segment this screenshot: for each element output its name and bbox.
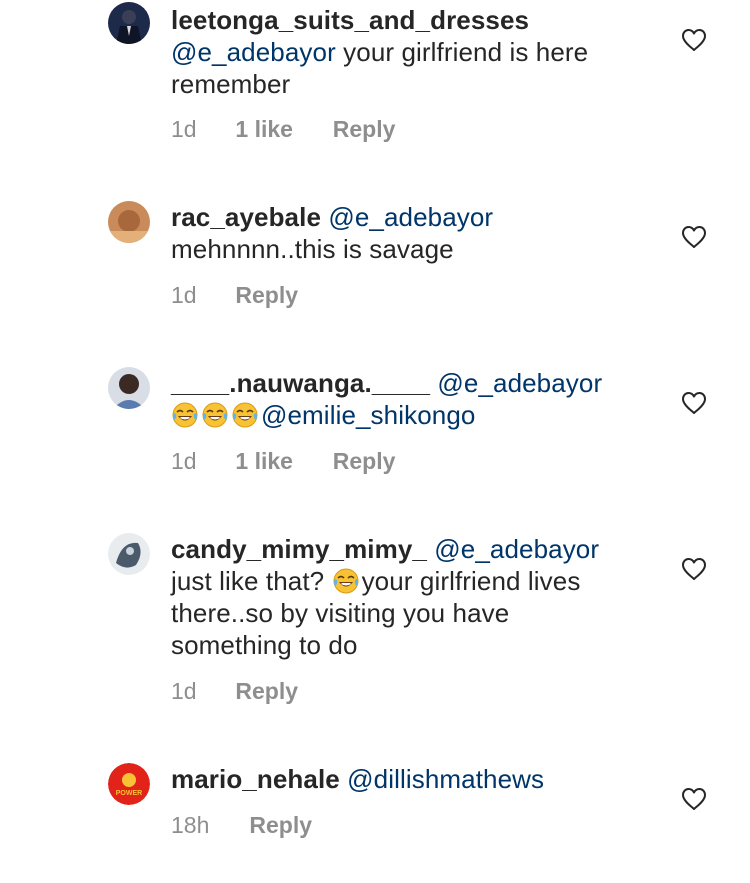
comment-time: 1d (171, 448, 197, 474)
face-with-tears-of-joy-emoji (201, 401, 229, 429)
comment-text: rac_ayebale @e_adebayor mehnnnn..this is… (171, 201, 661, 265)
reply-button[interactable]: Reply (235, 678, 298, 705)
comment-text-line: something to do (171, 630, 358, 660)
comment-likes[interactable]: 1 like (235, 116, 326, 143)
comment-time: 18h (171, 812, 210, 838)
comment-meta: 1d 1 like Reply (171, 448, 395, 475)
comment-mention[interactable]: @emilie_shikongo (261, 400, 475, 430)
avatar[interactable] (108, 367, 150, 409)
comment-likes[interactable]: 1 like (235, 448, 326, 475)
comment-text: ____.nauwanga.____ @e_adebayor @emilie_s… (171, 367, 661, 431)
comment-text: leetonga_suits_and_dresses @e_adebayor y… (171, 4, 661, 100)
comment-time: 1d (171, 116, 197, 142)
comment-text-line: your girlfriend lives (361, 566, 581, 596)
reply-button[interactable]: Reply (235, 282, 298, 309)
comment-mention[interactable]: @e_adebayor (437, 368, 602, 398)
heart-outline-icon[interactable] (681, 28, 707, 52)
avatar[interactable]: POWER (108, 763, 150, 805)
comment-username[interactable]: candy_mimy_mimy_ (171, 534, 427, 564)
comment-time: 1d (171, 282, 197, 308)
heart-outline-icon[interactable] (681, 787, 707, 811)
comment-mention[interactable]: @e_adebayor (434, 534, 599, 564)
comment-mention[interactable]: @e_adebayor (171, 37, 336, 67)
comment-mention[interactable]: @e_adebayor (328, 202, 493, 232)
comment-username[interactable]: leetonga_suits_and_dresses (171, 5, 529, 35)
comment-text: mario_nehale @dillishmathews (171, 763, 661, 795)
comment-username[interactable]: ____.nauwanga.____ (171, 368, 430, 398)
comment-time: 1d (171, 678, 197, 704)
comment-text-line: there..so by visiting you have (171, 598, 510, 628)
comment-text-line: your girlfriend is here (335, 37, 589, 67)
comment-text-line: remember (171, 69, 291, 99)
reply-button[interactable]: Reply (333, 116, 396, 143)
comment-username[interactable]: rac_ayebale (171, 202, 321, 232)
comment-text: candy_mimy_mimy_ @e_adebayor just like t… (171, 533, 661, 661)
heart-outline-icon[interactable] (681, 225, 707, 249)
avatar[interactable] (108, 533, 150, 575)
heart-outline-icon[interactable] (681, 391, 707, 415)
face-with-tears-of-joy-emoji (332, 567, 360, 595)
comment-mention[interactable]: @dillishmathews (347, 764, 544, 794)
reply-button[interactable]: Reply (249, 812, 312, 839)
avatar[interactable] (108, 201, 150, 243)
comment-text-line: mehnnnn..this is savage (171, 234, 454, 264)
avatar[interactable] (108, 2, 150, 44)
reply-button[interactable]: Reply (333, 448, 396, 475)
comment-meta: 1d 1 like Reply (171, 116, 395, 143)
comment-meta: 1d Reply (171, 678, 298, 705)
comment-text-line: just like that? (171, 566, 332, 596)
avatar-logo-text: POWER (116, 790, 142, 797)
heart-outline-icon[interactable] (681, 557, 707, 581)
comment-meta: 18h Reply (171, 812, 312, 839)
comment-username[interactable]: mario_nehale (171, 764, 340, 794)
comment-meta: 1d Reply (171, 282, 298, 309)
face-with-tears-of-joy-emoji (231, 401, 259, 429)
face-with-tears-of-joy-emoji (171, 401, 199, 429)
